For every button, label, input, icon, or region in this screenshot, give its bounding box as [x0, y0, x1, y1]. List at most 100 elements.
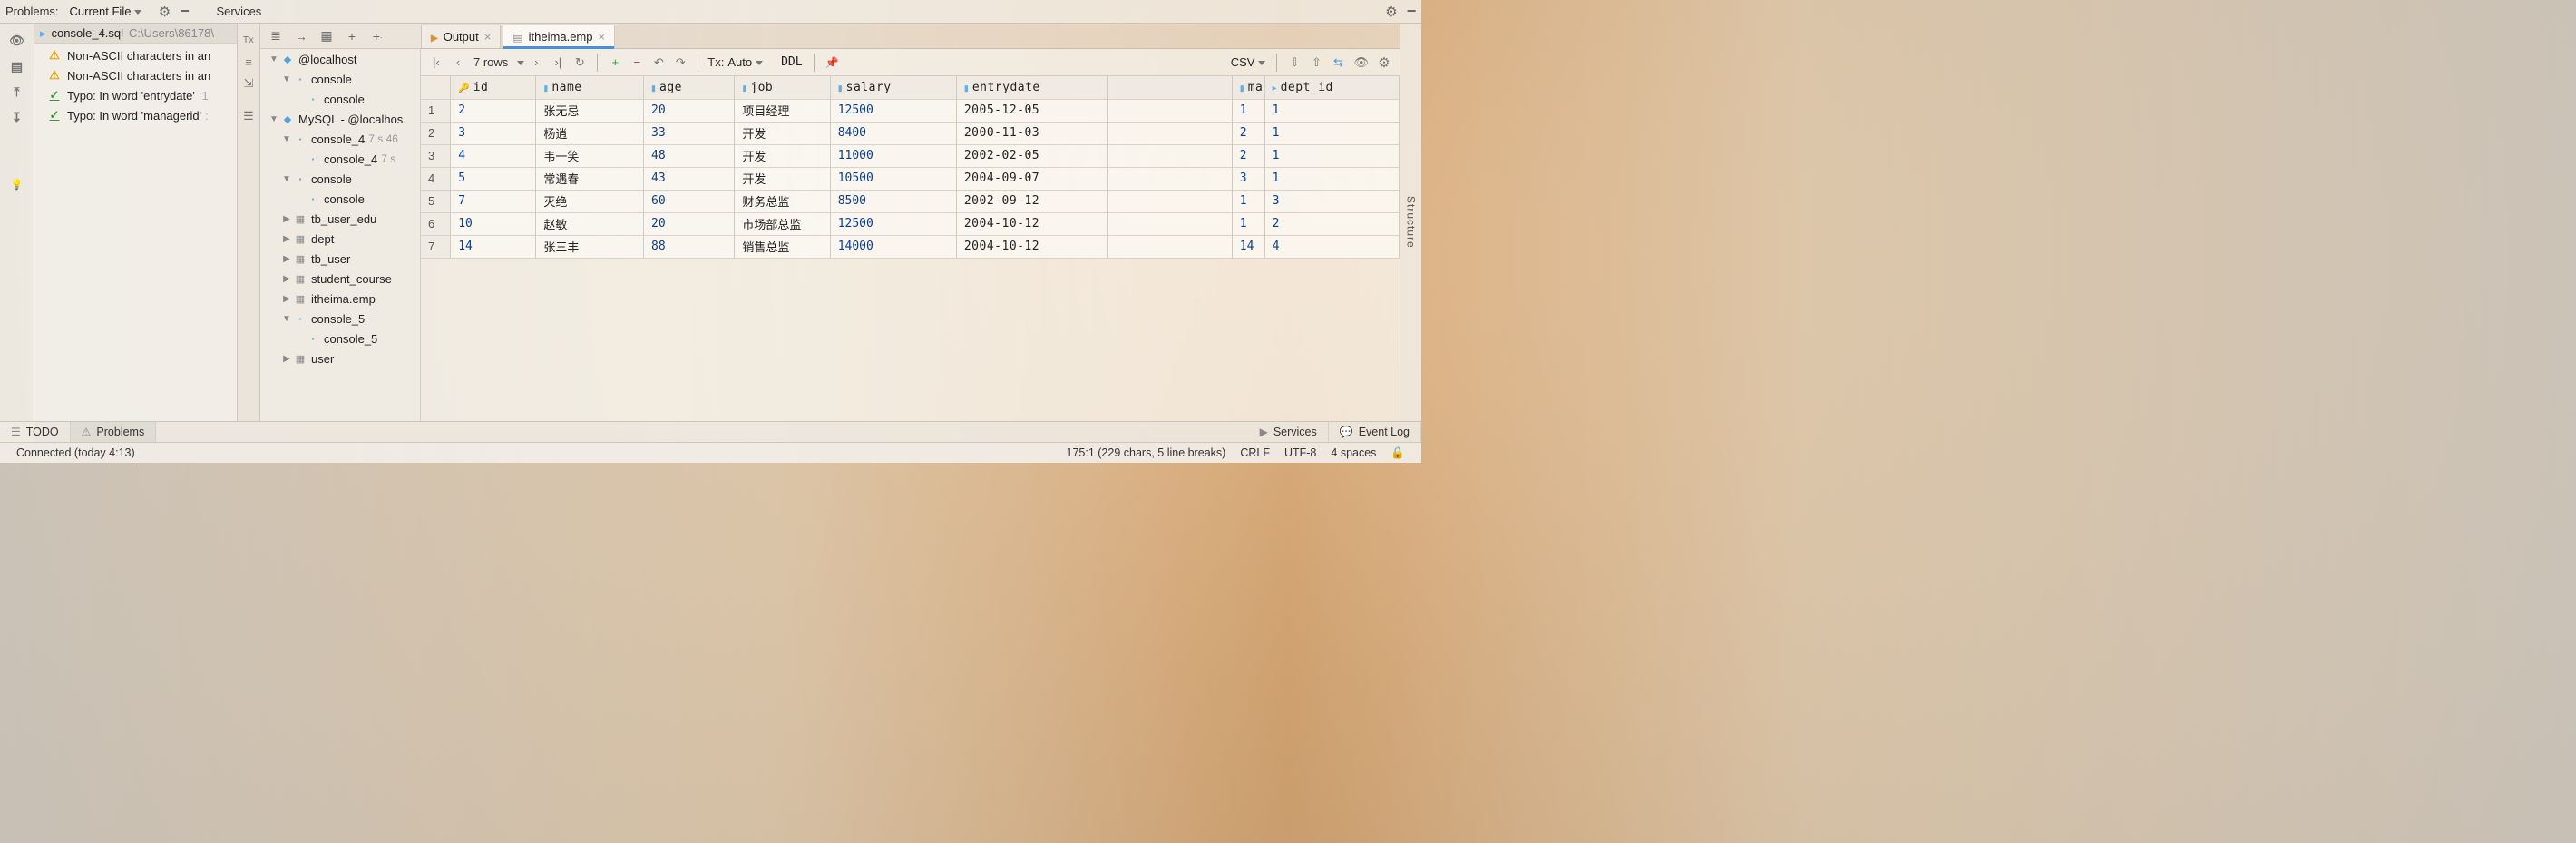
tab-todo[interactable]: ☰ TODO: [0, 422, 71, 442]
row-number[interactable]: 1: [421, 99, 451, 122]
tree-twisty[interactable]: [280, 134, 293, 144]
cell-salary[interactable]: 14000: [830, 235, 956, 258]
cell-age[interactable]: 60: [644, 190, 735, 212]
tab-eventlog[interactable]: 💬 Event Log: [1329, 422, 1421, 442]
first-page-button[interactable]: |‹: [426, 53, 446, 73]
cell-age[interactable]: 20: [644, 99, 735, 122]
problems-settings-button[interactable]: [154, 2, 174, 22]
cell-id[interactable]: 2: [451, 99, 536, 122]
revert-button[interactable]: ↶: [649, 53, 668, 73]
status-caret[interactable]: 175:1 (229 chars, 5 line breaks): [1059, 446, 1234, 459]
cell-salary[interactable]: 8400: [830, 122, 956, 144]
tree-node[interactable]: tb_user_edu: [260, 209, 420, 229]
cell-managerid[interactable]: 1: [1232, 212, 1264, 235]
tree-node[interactable]: console: [260, 69, 420, 89]
column-header-managerid[interactable]: managerid: [1232, 76, 1264, 99]
status-indent[interactable]: 4 spaces: [1323, 446, 1383, 459]
cell-id[interactable]: 4: [451, 144, 536, 167]
row-number[interactable]: 6: [421, 212, 451, 235]
tree-node[interactable]: student_course: [260, 269, 420, 289]
upload-button[interactable]: ⇧: [1306, 53, 1326, 73]
cell-salary[interactable]: 11000: [830, 144, 956, 167]
expand-icon[interactable]: [239, 74, 258, 93]
tree-twisty[interactable]: [280, 214, 293, 224]
collapse-icon[interactable]: [239, 53, 258, 71]
cell-job[interactable]: 项目经理: [735, 99, 830, 122]
table-row[interactable]: 57灭绝60财务总监85002002-09-1213: [421, 190, 1400, 212]
row-number[interactable]: 4: [421, 167, 451, 190]
cell-dept_id[interactable]: 2: [1264, 212, 1399, 235]
tree-node[interactable]: @localhost: [260, 49, 420, 69]
cell-dept_id[interactable]: 1: [1264, 144, 1399, 167]
prev-page-button[interactable]: ‹: [448, 53, 468, 73]
problem-item[interactable]: Non-ASCII characters in an: [34, 65, 237, 85]
cell-spacer[interactable]: [1107, 99, 1232, 122]
cell-managerid[interactable]: 1: [1232, 99, 1264, 122]
cell-managerid[interactable]: 2: [1232, 122, 1264, 144]
tree-new-button[interactable]: +.: [366, 26, 389, 46]
import-button[interactable]: ⇆: [1328, 53, 1348, 73]
last-page-button[interactable]: ›|: [548, 53, 568, 73]
grid-settings-button[interactable]: [1374, 53, 1394, 73]
chevron-down-icon[interactable]: [513, 55, 524, 69]
autoscroll-icon[interactable]: [6, 56, 28, 76]
close-tab-icon[interactable]: ×: [598, 30, 605, 44]
table-row[interactable]: 23杨逍33开发84002000-11-0321: [421, 122, 1400, 144]
tree-node[interactable]: console: [260, 89, 420, 109]
tree-twisty[interactable]: [268, 114, 280, 124]
problems-filter-dropdown[interactable]: Current File: [64, 5, 146, 18]
next-page-button[interactable]: ›: [526, 53, 546, 73]
problem-item[interactable]: Typo: In word 'entrydate':1: [34, 85, 237, 105]
column-header-salary[interactable]: salary: [830, 76, 956, 99]
cell-dept_id[interactable]: 4: [1264, 235, 1399, 258]
tree-node[interactable]: console_47 s: [260, 149, 420, 169]
refresh-button[interactable]: ↻: [570, 53, 590, 73]
tree-twisty[interactable]: [280, 74, 293, 84]
tree-expand-button[interactable]: →: [289, 26, 313, 46]
cell-job[interactable]: 开发: [735, 144, 830, 167]
cell-id[interactable]: 14: [451, 235, 536, 258]
tree-node[interactable]: console: [260, 169, 420, 189]
cell-name[interactable]: 灭绝: [536, 190, 644, 212]
tree-twisty[interactable]: [280, 354, 293, 364]
table-row[interactable]: 34韦一笑48开发110002002-02-0521: [421, 144, 1400, 167]
cell-entrydate[interactable]: 2002-09-12: [956, 190, 1107, 212]
column-header-dept_id[interactable]: dept_id: [1264, 76, 1399, 99]
problem-item[interactable]: Non-ASCII characters in an: [34, 45, 237, 65]
cell-entrydate[interactable]: 2004-10-12: [956, 235, 1107, 258]
services-hide-button[interactable]: [1401, 2, 1421, 22]
pin-tab-button[interactable]: [822, 53, 843, 73]
data-grid[interactable]: idnameagejobsalaryentrydatemanageriddept…: [421, 76, 1400, 421]
cell-id[interactable]: 7: [451, 190, 536, 212]
cell-dept_id[interactable]: 1: [1264, 122, 1399, 144]
table-row[interactable]: 45常遇春43开发105002004-09-0731: [421, 167, 1400, 190]
cell-name[interactable]: 张三丰: [536, 235, 644, 258]
column-header-job[interactable]: job: [735, 76, 830, 99]
table-row[interactable]: 610赵敏20市场部总监125002004-10-1212: [421, 212, 1400, 235]
cell-managerid[interactable]: 3: [1232, 167, 1264, 190]
cell-spacer[interactable]: [1107, 167, 1232, 190]
cell-entrydate[interactable]: 2004-09-07: [956, 167, 1107, 190]
tx-mode-dropdown[interactable]: Auto: [727, 55, 763, 69]
cell-id[interactable]: 5: [451, 167, 536, 190]
status-eol[interactable]: CRLF: [1233, 446, 1277, 459]
cell-entrydate[interactable]: 2005-12-05: [956, 99, 1107, 122]
tree-twisty[interactable]: [280, 174, 293, 184]
commit-button[interactable]: ↷: [670, 53, 690, 73]
tree-twisty[interactable]: [280, 274, 293, 284]
status-encoding[interactable]: UTF-8: [1277, 446, 1323, 459]
cell-name[interactable]: 常遇春: [536, 167, 644, 190]
editor-tab[interactable]: itheima.emp×: [503, 25, 615, 48]
structure-tool-button[interactable]: Structure: [1400, 24, 1421, 421]
row-number[interactable]: 5: [421, 190, 451, 212]
tree-node[interactable]: dept: [260, 229, 420, 249]
cell-entrydate[interactable]: 2004-10-12: [956, 212, 1107, 235]
tree-node[interactable]: user: [260, 348, 420, 368]
view-button[interactable]: 👁: [1350, 53, 1372, 73]
tree-twisty[interactable]: [280, 294, 293, 304]
cell-id[interactable]: 3: [451, 122, 536, 144]
cell-name[interactable]: 赵敏: [536, 212, 644, 235]
cell-age[interactable]: 88: [644, 235, 735, 258]
tree-query-button[interactable]: ▦: [315, 26, 338, 46]
cell-managerid[interactable]: 1: [1232, 190, 1264, 212]
